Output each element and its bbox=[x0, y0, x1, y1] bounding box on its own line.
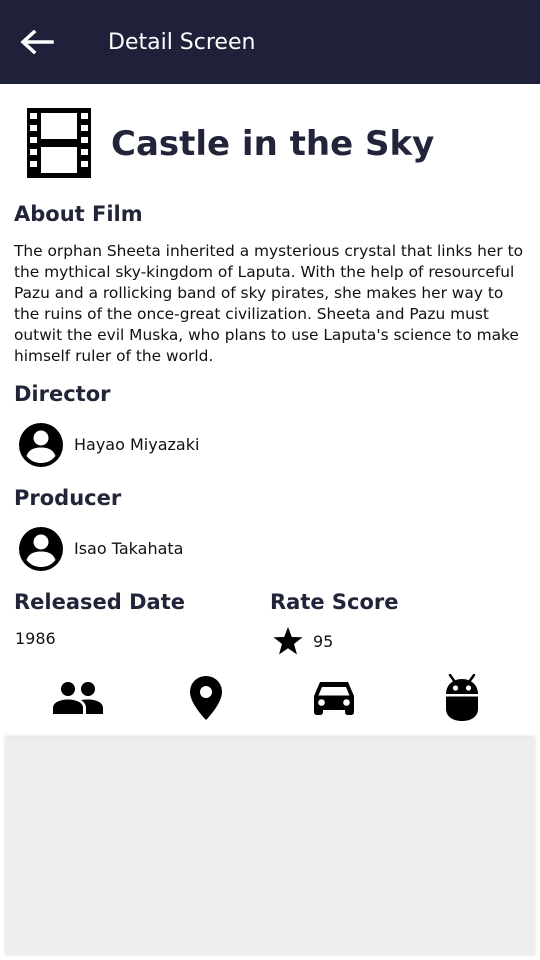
producer-heading: Producer bbox=[14, 486, 122, 510]
producer-row: Isao Takahata bbox=[17, 525, 183, 573]
bottom-tab-bar bbox=[0, 670, 540, 726]
director-heading: Director bbox=[14, 382, 111, 406]
tab-locations[interactable] bbox=[174, 670, 238, 726]
bottom-panel bbox=[5, 738, 535, 956]
detail-content: Castle in the Sky About Film The orphan … bbox=[0, 84, 540, 740]
car-icon bbox=[314, 682, 354, 715]
producer-name: Isao Takahata bbox=[74, 539, 184, 558]
page-title: Detail Screen bbox=[108, 30, 256, 55]
people-icon bbox=[53, 682, 103, 714]
star-icon bbox=[273, 627, 303, 655]
released-date: 1986 bbox=[15, 629, 56, 648]
back-button[interactable] bbox=[18, 26, 56, 58]
account-circle-icon bbox=[19, 527, 63, 571]
rate-row: 95 bbox=[272, 625, 333, 657]
rate-heading: Rate Score bbox=[270, 590, 399, 614]
app-bar: Detail Screen bbox=[0, 0, 540, 84]
director-name: Hayao Miyazaki bbox=[74, 435, 200, 454]
director-row: Hayao Miyazaki bbox=[17, 421, 199, 469]
film-description: The orphan Sheeta inherited a mysterious… bbox=[14, 242, 524, 365]
arrow-left-icon bbox=[20, 30, 54, 54]
rate-score: 95 bbox=[313, 631, 334, 651]
released-heading: Released Date bbox=[14, 590, 185, 614]
film-strip-icon bbox=[27, 108, 91, 178]
tab-species[interactable] bbox=[430, 670, 494, 726]
film-title: Castle in the Sky bbox=[111, 124, 435, 164]
location-pin-icon bbox=[190, 676, 222, 720]
tab-vehicles[interactable] bbox=[302, 670, 366, 726]
tab-people[interactable] bbox=[46, 670, 110, 726]
about-heading: About Film bbox=[14, 202, 143, 226]
account-circle-icon bbox=[19, 423, 63, 467]
android-icon bbox=[446, 674, 478, 721]
